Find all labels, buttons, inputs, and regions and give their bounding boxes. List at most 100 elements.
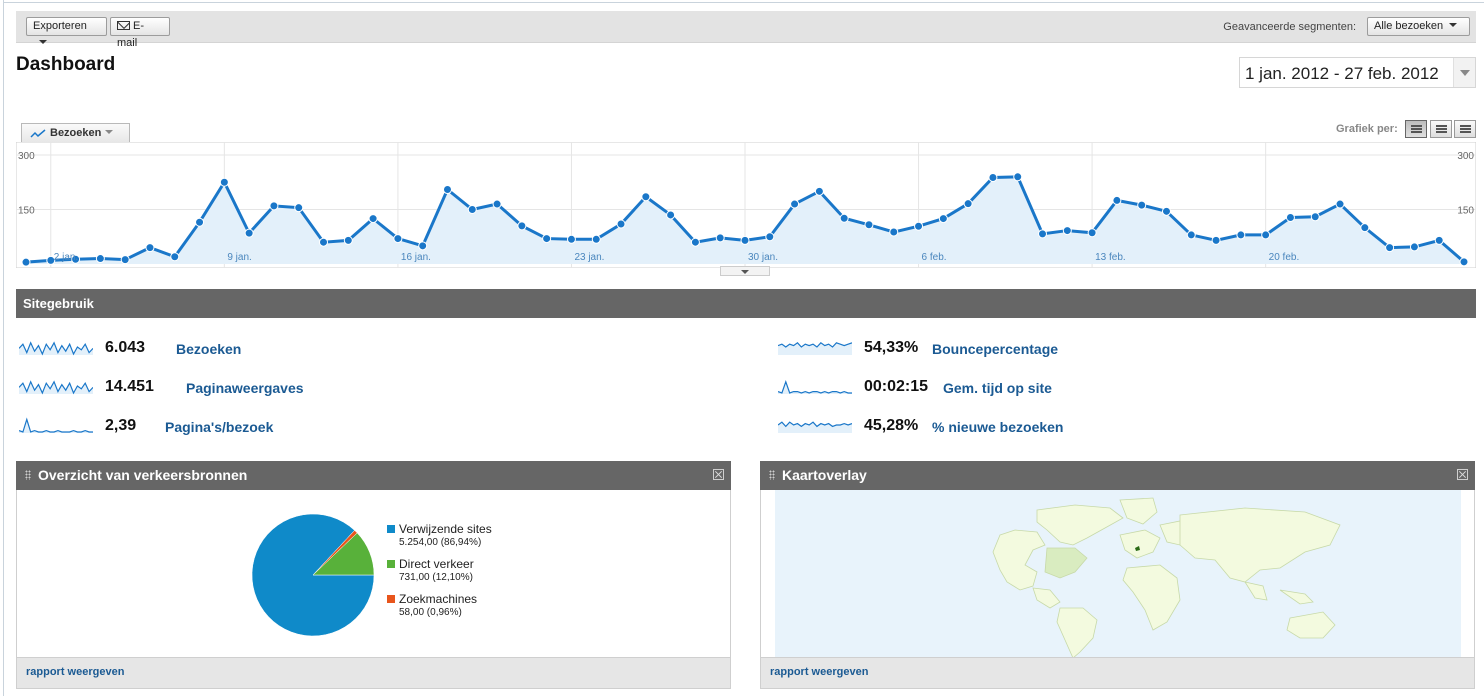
drag-handle-icon[interactable]: [769, 470, 775, 480]
data-point[interactable]: [269, 201, 279, 211]
date-range-picker[interactable]: 1 jan. 2012 - 27 feb. 2012: [1239, 57, 1476, 88]
data-point[interactable]: [467, 205, 477, 214]
y-tick-label-left: 300: [18, 151, 35, 162]
data-point[interactable]: [690, 237, 700, 247]
data-point[interactable]: [641, 192, 651, 202]
data-point[interactable]: [244, 228, 254, 238]
graph-per-week-button[interactable]: [1430, 120, 1452, 138]
close-icon[interactable]: [713, 469, 724, 480]
graph-per-month-button[interactable]: [1454, 120, 1476, 138]
data-point[interactable]: [1409, 242, 1419, 252]
site-usage-metric: 14.451 Paginaweergaves: [19, 377, 359, 397]
data-point[interactable]: [988, 173, 998, 183]
data-point[interactable]: [145, 243, 155, 253]
data-point[interactable]: [95, 254, 105, 264]
sparkline: [19, 341, 93, 356]
data-point[interactable]: [1112, 195, 1122, 205]
chevron-down-icon: [1449, 23, 1458, 27]
widget-footer: rapport weergeven: [17, 657, 730, 688]
metric-link[interactable]: Gem. tijd op site: [943, 380, 1052, 396]
chart-resize-handle[interactable]: [720, 266, 770, 276]
data-point[interactable]: [1459, 257, 1469, 267]
data-point[interactable]: [393, 234, 403, 244]
legend-swatch: [387, 560, 395, 568]
data-point[interactable]: [963, 199, 973, 209]
data-point[interactable]: [814, 186, 824, 196]
metric-selector-tab[interactable]: Bezoeken: [21, 123, 130, 143]
legend-swatch: [387, 525, 395, 533]
legend-label: Direct verkeer: [399, 557, 474, 571]
data-point[interactable]: [914, 221, 924, 231]
data-point[interactable]: [666, 210, 676, 220]
world-map[interactable]: [775, 490, 1461, 658]
data-point[interactable]: [616, 219, 626, 229]
data-point[interactable]: [368, 214, 378, 224]
data-point[interactable]: [492, 199, 502, 209]
data-point[interactable]: [517, 221, 527, 231]
data-point[interactable]: [938, 214, 948, 224]
data-point[interactable]: [120, 255, 130, 265]
data-point[interactable]: [1285, 212, 1295, 222]
metric-link[interactable]: % nieuwe bezoeken: [932, 419, 1063, 435]
data-point[interactable]: [591, 234, 601, 244]
data-point[interactable]: [1310, 212, 1320, 222]
data-point[interactable]: [1137, 200, 1147, 210]
data-point[interactable]: [542, 234, 552, 244]
sparkline: [778, 421, 852, 433]
data-point[interactable]: [418, 241, 428, 251]
data-point[interactable]: [765, 232, 775, 242]
data-point[interactable]: [1434, 235, 1444, 245]
graph-per-day-button[interactable]: [1405, 120, 1427, 138]
data-point[interactable]: [1161, 206, 1171, 216]
metric-link[interactable]: Pagina's/bezoek: [165, 419, 273, 435]
email-button[interactable]: E-mail: [110, 17, 170, 49]
segments-select[interactable]: Alle bezoeken: [1367, 17, 1470, 36]
data-point[interactable]: [1261, 230, 1271, 240]
data-point[interactable]: [1013, 172, 1023, 182]
data-point[interactable]: [1360, 223, 1370, 233]
widget-header[interactable]: Kaartoverlay: [760, 461, 1475, 490]
segments-label: Geavanceerde segmenten:: [1223, 21, 1356, 33]
data-point[interactable]: [195, 217, 205, 227]
data-point[interactable]: [1211, 235, 1221, 245]
data-point[interactable]: [1236, 230, 1246, 240]
view-report-link[interactable]: rapport weergeven: [770, 666, 868, 678]
metric-tab-label: Bezoeken: [50, 127, 102, 139]
mail-icon: [117, 21, 130, 30]
data-point[interactable]: [1038, 229, 1048, 239]
drag-handle-icon[interactable]: [25, 470, 31, 480]
line-chart-icon: [30, 129, 46, 138]
data-point[interactable]: [1087, 228, 1097, 238]
data-point[interactable]: [864, 220, 874, 230]
data-point[interactable]: [740, 235, 750, 245]
metric-link[interactable]: Paginaweergaves: [186, 380, 304, 396]
chevron-down-icon[interactable]: [1453, 58, 1475, 87]
data-point[interactable]: [319, 237, 329, 247]
data-point[interactable]: [839, 213, 849, 223]
metric-link[interactable]: Bouncepercentage: [932, 341, 1058, 357]
chevron-down-icon: [105, 130, 114, 134]
data-point[interactable]: [1385, 243, 1395, 253]
data-point[interactable]: [889, 227, 899, 237]
data-point[interactable]: [790, 199, 800, 209]
close-icon[interactable]: [1457, 469, 1468, 480]
site-usage-metric: 54,33% Bouncepercentage: [778, 338, 1118, 358]
data-point[interactable]: [170, 252, 180, 262]
data-point[interactable]: [219, 177, 229, 187]
legend-value: 731,00 (12,10%): [399, 572, 473, 583]
data-point[interactable]: [1335, 199, 1345, 209]
export-button[interactable]: Exporteren: [26, 17, 107, 44]
data-point[interactable]: [715, 233, 725, 243]
data-point[interactable]: [21, 257, 31, 267]
data-point[interactable]: [1186, 230, 1196, 240]
data-point[interactable]: [442, 185, 452, 195]
data-point[interactable]: [294, 203, 304, 213]
metric-value: 54,33%: [864, 339, 919, 356]
data-point[interactable]: [566, 234, 576, 244]
metric-link[interactable]: Bezoeken: [176, 341, 241, 357]
window-frame-left: [3, 0, 4, 696]
data-point[interactable]: [1062, 226, 1072, 236]
widget-header[interactable]: Overzicht van verkeersbronnen: [16, 461, 731, 490]
data-point[interactable]: [343, 235, 353, 245]
view-report-link[interactable]: rapport weergeven: [26, 666, 124, 678]
